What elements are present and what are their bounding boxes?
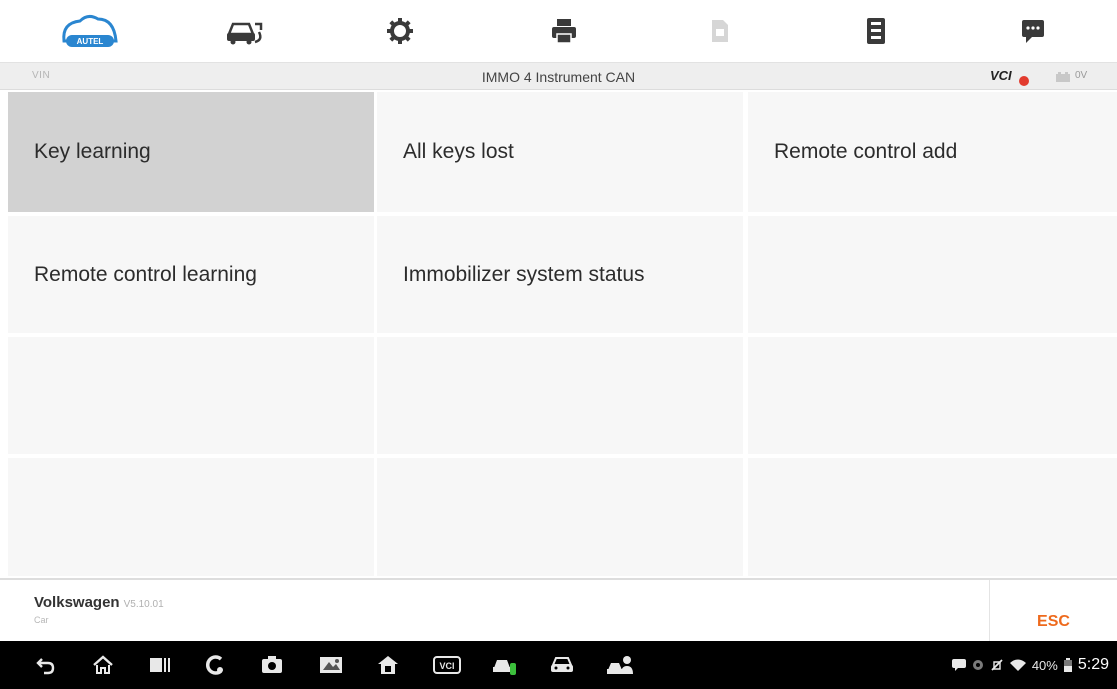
message-icon [1022,20,1044,43]
menu-item-remote-control-learning[interactable]: Remote control learning [8,216,374,333]
wifi-icon [1009,659,1026,671]
empty-grid-cell [377,458,743,576]
settings-gear-icon [387,18,413,44]
vci-disconnected-icon [1019,76,1029,86]
print-button[interactable] [534,8,594,54]
camera-button[interactable] [259,653,285,677]
vehicle-make: Volkswagen [34,594,120,611]
no-sim-icon [991,659,1003,671]
back-arrow-icon [36,658,55,675]
print-icon [552,19,576,44]
vehicle-button[interactable] [547,653,577,677]
menu-item-all-keys-lost[interactable]: All keys lost [377,92,743,212]
page-title: IMMO 4 Instrument CAN [481,69,636,85]
function-menu-grid: Key learning All keys lost Remote contro… [8,92,1117,576]
car-icon [551,657,573,672]
message-button[interactable] [1003,8,1063,54]
svg-text:AUTEL: AUTEL [77,37,104,46]
footer-bar: Volkswagen V5.10.01 Car ESC [0,578,1117,641]
battery-voltage: 0V [1075,70,1088,81]
data-logging-icon [867,18,885,44]
system-navigation-bar: VCI 40% 5:29 [0,641,1117,689]
camera-icon [262,656,282,673]
info-bar: VIN IMMO 4 Instrument CAN VCI 0V [0,62,1117,90]
empty-grid-cell [748,337,1117,454]
remote-support-button[interactable] [605,653,635,677]
recent-apps-icon [150,658,170,672]
data-logging-button[interactable] [846,8,906,54]
status-area: 40% 5:29 [951,655,1109,675]
empty-grid-cell [748,216,1117,333]
remote-support-icon [607,656,633,674]
vehicle-category: Car [34,615,49,625]
empty-grid-cell [8,458,374,576]
esc-button[interactable]: ESC [989,580,1117,641]
vci-status-label: VCI [990,68,1012,83]
back-button[interactable] [34,653,58,677]
car-battery-icon [1056,72,1070,82]
menu-item-immobilizer-system-status[interactable]: Immobilizer system status [377,216,743,333]
settings-button[interactable] [370,8,430,54]
empty-grid-cell [377,337,743,454]
vehicle-swap-button[interactable] [215,8,275,54]
vehicle-swap-icon [227,22,263,45]
app-window: AUTEL VIN IMMO 4 Instrument CAN VCI 0V K… [0,0,1117,689]
software-version: V5.10.01 [123,599,164,610]
car-connection-icon [493,660,516,675]
autel-logo-icon: AUTEL [62,14,118,47]
recent-apps-button[interactable] [148,653,172,677]
battery-percent: 40% [1031,657,1058,673]
vci-icon: VCI [433,656,461,674]
pdf-button[interactable] [690,8,750,54]
svg-text:VCI: VCI [439,661,454,671]
home-button[interactable] [90,653,116,677]
vci-manager-button[interactable]: VCI [432,653,462,677]
browser-icon [205,655,223,675]
autel-home-button[interactable] [375,653,401,677]
battery-icon [1063,658,1072,672]
menu-item-key-learning[interactable]: Key learning [8,92,374,212]
empty-grid-cell [748,458,1117,576]
screenshot-icon [320,657,342,673]
pdf-icon [712,20,728,42]
browser-button[interactable] [202,653,228,677]
screenshot-button[interactable] [318,653,344,677]
autel-home-logo[interactable]: AUTEL [55,8,125,54]
home-icon [93,655,113,674]
remote-desk-button[interactable] [490,653,520,677]
top-toolbar: AUTEL [0,0,1117,62]
sync-notification-icon [972,660,983,670]
vehicle-make-info: Volkswagen V5.10.01 [34,594,164,611]
menu-item-remote-control-add[interactable]: Remote control add [748,92,1117,212]
clock: 5:29 [1077,656,1109,673]
autel-home-icon [378,656,398,674]
chat-notification-icon [951,659,966,671]
empty-grid-cell [8,337,374,454]
